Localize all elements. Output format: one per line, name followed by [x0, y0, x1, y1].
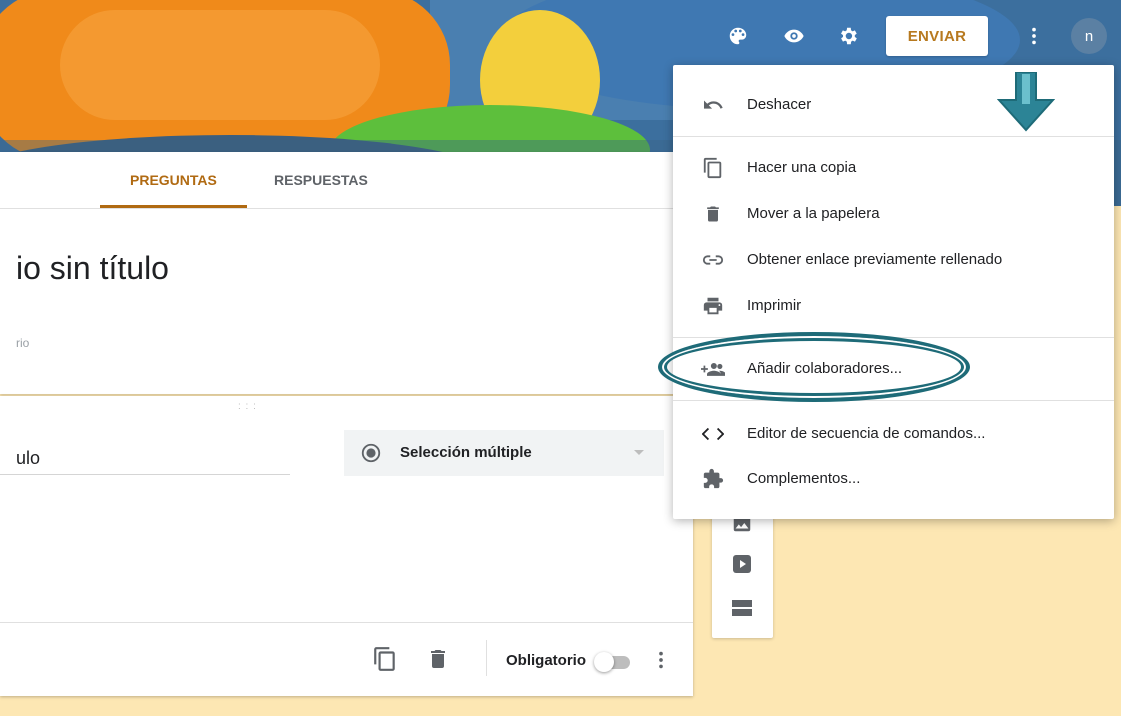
- video-icon[interactable]: [730, 552, 754, 581]
- code-icon: [701, 424, 725, 444]
- question-title-underline: [0, 474, 290, 475]
- question-title[interactable]: ulo: [16, 448, 40, 469]
- tabs-bar: PREGUNTAS RESPUESTAS: [0, 152, 693, 209]
- question-type-select[interactable]: Selección múltiple: [344, 430, 664, 476]
- palette-icon[interactable]: [722, 20, 754, 52]
- menu-item-prefilled-link[interactable]: Obtener enlace previamente rellenado: [673, 240, 1114, 280]
- menu-item-label: Obtener enlace previamente rellenado: [747, 251, 1003, 268]
- menu-item-addons[interactable]: Complementos...: [673, 459, 1114, 499]
- gear-icon[interactable]: [832, 20, 864, 52]
- question-card: : : : ulo Selección múltiple Obligatorio: [0, 396, 693, 696]
- question-type-label: Selección múltiple: [400, 444, 532, 461]
- menu-item-label: Hacer una copia: [747, 159, 857, 176]
- more-vert-icon[interactable]: [650, 648, 672, 677]
- tab-preguntas[interactable]: PREGUNTAS: [130, 152, 217, 208]
- down-arrow-annotation: [997, 72, 1055, 132]
- avatar[interactable]: n: [1071, 18, 1107, 54]
- more-options-menu: Deshacer Hacer una copia Mover a la pape…: [673, 65, 1114, 519]
- form-description[interactable]: rio: [16, 336, 29, 350]
- side-toolbar: [712, 500, 773, 638]
- eye-icon[interactable]: [778, 20, 810, 52]
- vertical-divider: [486, 640, 487, 676]
- menu-item-label: Editor de secuencia de comandos...: [747, 425, 986, 442]
- form-title[interactable]: io sin título: [16, 250, 169, 287]
- menu-item-label: Mover a la papelera: [747, 205, 880, 222]
- print-icon: [701, 296, 725, 316]
- menu-item-label: Imprimir: [747, 297, 802, 314]
- menu-item-label: Deshacer: [747, 96, 812, 113]
- undo-icon: [701, 95, 725, 115]
- send-button[interactable]: ENVIAR: [886, 16, 988, 56]
- copy-icon[interactable]: [372, 646, 398, 677]
- copy-icon: [701, 157, 725, 179]
- active-tab-indicator: [100, 205, 247, 208]
- menu-divider: [673, 136, 1114, 137]
- link-icon: [701, 250, 725, 270]
- section-icon[interactable]: [730, 596, 754, 625]
- menu-item-print[interactable]: Imprimir: [673, 286, 1114, 326]
- menu-item-script-editor[interactable]: Editor de secuencia de comandos...: [673, 414, 1114, 454]
- highlight-ellipse: [658, 332, 970, 402]
- drag-handle[interactable]: : : :: [238, 402, 257, 412]
- puzzle-icon: [701, 468, 725, 489]
- menu-divider: [673, 400, 1114, 401]
- menu-item-move-trash[interactable]: Mover a la papelera: [673, 194, 1114, 234]
- more-vert-icon[interactable]: [1018, 20, 1050, 52]
- menu-item-make-copy[interactable]: Hacer una copia: [673, 148, 1114, 188]
- menu-item-label: Complementos...: [747, 470, 861, 487]
- trash-icon[interactable]: [426, 646, 450, 677]
- trash-icon: [701, 204, 725, 224]
- chevron-down-icon: [634, 450, 644, 455]
- footer-divider: [0, 622, 693, 623]
- required-toggle[interactable]: [594, 652, 632, 672]
- radio-button-icon: [360, 442, 382, 469]
- required-label: Obligatorio: [506, 652, 586, 669]
- form-header-card: PREGUNTAS RESPUESTAS io sin título rio: [0, 152, 693, 394]
- tab-respuestas[interactable]: RESPUESTAS: [274, 152, 368, 208]
